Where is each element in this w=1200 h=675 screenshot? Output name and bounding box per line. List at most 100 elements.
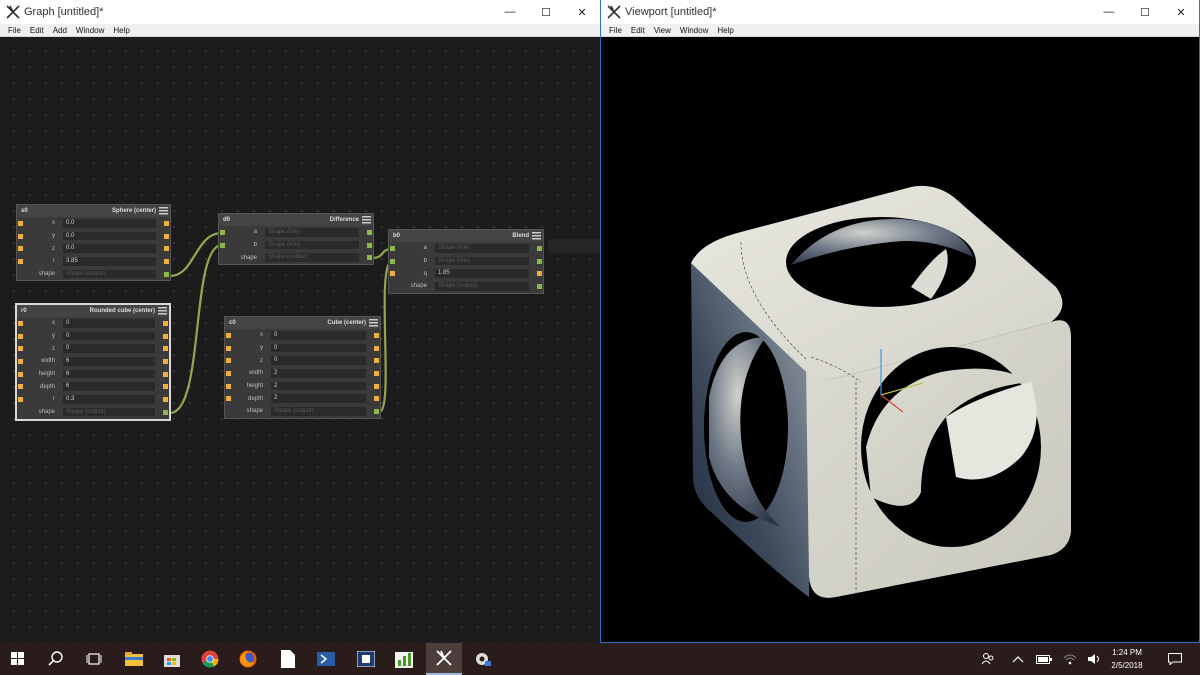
field-value[interactable]: 0 — [271, 356, 366, 365]
output-pin[interactable] — [367, 242, 372, 248]
input-pin[interactable] — [18, 333, 23, 339]
node-header[interactable]: s0 Sphere (center) — [17, 205, 170, 217]
input-pin[interactable] — [18, 321, 23, 326]
field-value[interactable]: 6 — [63, 369, 155, 379]
input-pin[interactable] — [18, 384, 23, 390]
output-pin[interactable] — [164, 271, 169, 277]
input-pin[interactable] — [18, 233, 23, 239]
wifi-button[interactable] — [1058, 643, 1082, 675]
viewport-titlebar[interactable]: Viewport [untitled]* — ☐ ✕ — [601, 0, 1199, 24]
task-view-button[interactable] — [76, 643, 112, 675]
output-pin[interactable] — [374, 333, 379, 338]
input-pin[interactable] — [18, 221, 23, 226]
output-pin[interactable] — [163, 409, 168, 415]
field-value[interactable]: 2 — [271, 369, 366, 378]
input-pin[interactable] — [220, 230, 225, 235]
tray-expand-button[interactable] — [1008, 643, 1028, 675]
field-value[interactable]: 3.85 — [63, 257, 156, 266]
menu-edit[interactable]: Edit — [30, 26, 44, 35]
input-pin[interactable] — [18, 346, 23, 352]
node-d0-difference[interactable]: d0 Difference a Shape (link) b Shape (link… — [218, 213, 374, 266]
node-menu-icon[interactable] — [362, 216, 371, 224]
output-pin[interactable] — [374, 371, 379, 377]
graph-titlebar[interactable]: Graph [untitled]* — ☐ ✕ — [0, 0, 600, 24]
input-pin[interactable] — [226, 396, 231, 402]
node-header[interactable]: b0 Blend — [389, 230, 543, 242]
output-pin[interactable] — [164, 221, 169, 226]
node-menu-icon[interactable] — [158, 307, 167, 315]
menu-edit[interactable]: Edit — [631, 26, 645, 35]
menu-window[interactable]: Window — [76, 26, 104, 35]
field-value[interactable]: 0.0 — [63, 244, 156, 253]
taskbar-antimony[interactable] — [426, 643, 462, 675]
search-button[interactable] — [38, 643, 74, 675]
close-button[interactable]: ✕ — [1163, 0, 1199, 24]
field-value[interactable]: 1.85 — [435, 269, 529, 278]
people-button[interactable] — [976, 643, 1000, 675]
output-pin[interactable] — [164, 259, 169, 265]
input-pin[interactable] — [390, 258, 395, 264]
maximize-button[interactable]: ☐ — [1127, 0, 1163, 24]
field-value[interactable]: 0 — [63, 331, 155, 341]
field-value[interactable]: 0 — [63, 319, 155, 328]
output-pin[interactable] — [367, 230, 372, 235]
output-pin[interactable] — [537, 271, 542, 277]
output-pin[interactable] — [164, 233, 169, 239]
output-pin[interactable] — [163, 359, 168, 365]
taskbar-store[interactable] — [154, 643, 190, 675]
output-pin[interactable] — [367, 255, 372, 261]
output-pin[interactable] — [163, 397, 168, 403]
output-pin[interactable] — [537, 258, 542, 264]
input-pin[interactable] — [226, 383, 231, 389]
node-header[interactable]: c0 Cube (center) — [225, 317, 380, 329]
node-menu-icon[interactable] — [159, 207, 168, 215]
output-pin[interactable] — [163, 333, 168, 339]
input-pin[interactable] — [220, 242, 225, 248]
input-pin[interactable] — [226, 358, 231, 364]
field-value[interactable]: 2 — [271, 394, 366, 403]
field-value[interactable]: 0.0 — [63, 219, 156, 228]
input-pin[interactable] — [226, 345, 231, 351]
menu-help[interactable]: Help — [113, 26, 129, 35]
maximize-button[interactable]: ☐ — [528, 0, 564, 24]
node-s0-sphere[interactable]: s0 Sphere (center) x 0.0 y 0.0 z 0.0 r 3.85 … — [16, 204, 171, 282]
minimize-button[interactable]: — — [492, 0, 528, 24]
input-pin[interactable] — [18, 397, 23, 403]
output-pin[interactable] — [163, 321, 168, 326]
output-pin[interactable] — [537, 284, 542, 290]
node-menu-icon[interactable] — [369, 319, 378, 327]
field-value[interactable]: 2 — [271, 381, 366, 391]
taskbar-app-gear[interactable] — [464, 643, 500, 675]
taskbar-file-explorer[interactable] — [116, 643, 152, 675]
output-pin[interactable] — [537, 246, 542, 251]
taskbar-app-blue[interactable] — [348, 643, 384, 675]
taskbar-clock[interactable]: 1:24 PM 2/5/2018 — [1102, 646, 1152, 672]
field-value[interactable]: 0 — [271, 343, 366, 353]
input-pin[interactable] — [18, 259, 23, 265]
minimize-button[interactable]: — — [1091, 0, 1127, 24]
viewport-3d-render[interactable] — [601, 37, 1199, 643]
output-pin[interactable] — [374, 383, 379, 389]
input-pin[interactable] — [18, 246, 23, 252]
menu-help[interactable]: Help — [717, 26, 733, 35]
taskbar-document[interactable] — [270, 643, 306, 675]
output-pin[interactable] — [374, 358, 379, 364]
node-menu-icon[interactable] — [532, 232, 541, 240]
action-center-button[interactable] — [1160, 643, 1190, 675]
node-c0-cube[interactable]: c0 Cube (center) x0 y0 z0 width 2 height 2… — [224, 316, 381, 419]
battery-button[interactable] — [1032, 643, 1056, 675]
taskbar-app-green[interactable] — [386, 643, 422, 675]
field-value[interactable]: 0 — [63, 344, 155, 353]
output-pin[interactable] — [163, 371, 168, 377]
taskbar-powershell[interactable] — [308, 643, 344, 675]
input-pin[interactable] — [18, 359, 23, 365]
menu-window[interactable]: Window — [680, 26, 708, 35]
output-pin[interactable] — [163, 384, 168, 390]
input-pin[interactable] — [226, 333, 231, 338]
field-value[interactable]: 0 — [271, 331, 366, 340]
menu-file[interactable]: File — [609, 26, 622, 35]
node-header[interactable]: r0 Rounded cube (center) — [17, 305, 169, 317]
output-pin[interactable] — [374, 396, 379, 402]
field-value[interactable]: 0.3 — [63, 395, 155, 404]
output-pin[interactable] — [163, 346, 168, 352]
